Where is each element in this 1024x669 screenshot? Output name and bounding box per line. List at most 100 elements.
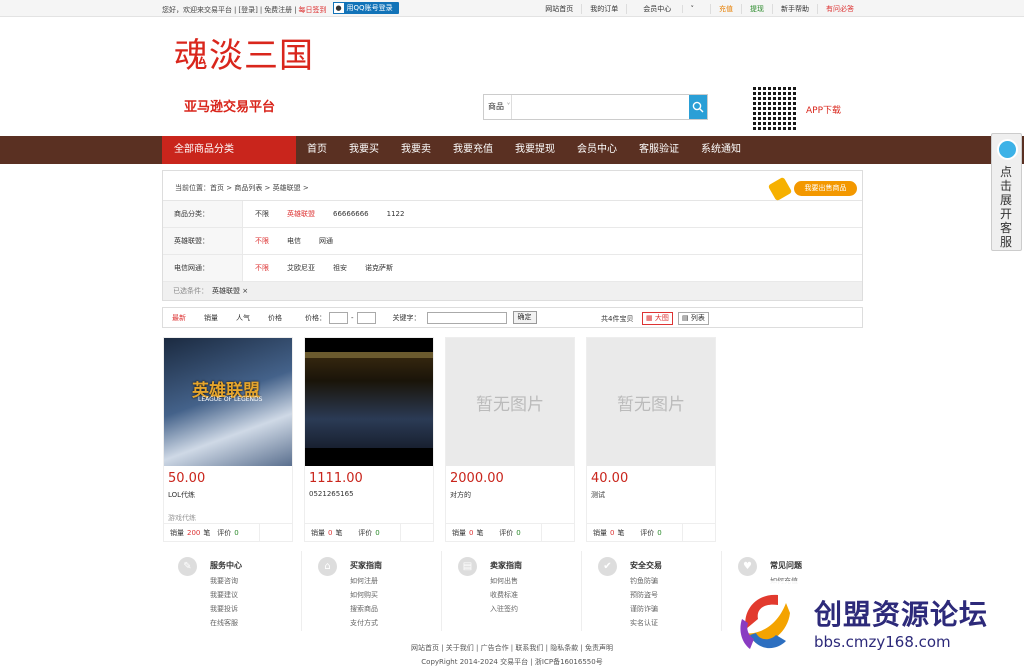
footer-link[interactable]: 如何注册 [350, 574, 378, 588]
product-image-placeholder[interactable]: 暂无图片 [446, 338, 574, 466]
product-image[interactable]: 英雄联盟 LEAGUE OF LEGENDS [164, 338, 292, 466]
price-min-input[interactable] [329, 311, 348, 324]
footer-link[interactable]: 实名认证 [630, 616, 658, 630]
selected-tag[interactable]: 英雄联盟 × [212, 287, 248, 295]
product-image-placeholder[interactable]: 暂无图片 [587, 338, 715, 466]
floating-service-panel[interactable]: 点击展开客服 [991, 133, 1022, 251]
filter-option[interactable]: 66666666 [333, 210, 369, 218]
footer-link[interactable]: 我要建议 [210, 588, 238, 602]
search-button[interactable] [689, 95, 707, 119]
nav-item-recharge[interactable]: 我要充值 [442, 136, 504, 164]
filter-key: 电信网通： [163, 255, 243, 281]
footer-link[interactable]: 谨防诈骗 [630, 602, 658, 616]
watermark-title: 创盟资源论坛 [814, 598, 989, 631]
filter-option[interactable]: 1122 [387, 210, 405, 218]
register-link[interactable]: 免费注册 [264, 5, 292, 15]
member-center-link[interactable]: 会员中心 ˅ [626, 4, 710, 14]
view-list-button[interactable]: ▤ 列表 [678, 312, 709, 325]
app-download-link[interactable]: APP下载 [806, 103, 841, 116]
product-card[interactable]: 1111.00 0521265165 销量 0 笔 评价 0 [304, 337, 434, 542]
footer-link[interactable]: 我要咨询 [210, 574, 238, 588]
my-orders-link[interactable]: 我的订单 [581, 4, 626, 14]
breadcrumb: 当前位置：首页 > 商品列表 > 英雄联盟 > [163, 171, 862, 201]
product-card[interactable]: 暂无图片 2000.00 对方的 销量 0 笔 评价 0 [445, 337, 575, 542]
filter-option[interactable]: 祖安 [333, 263, 347, 273]
nav-item-member[interactable]: 会员中心 [566, 136, 628, 164]
top-left: 您好，欢迎来交易平台 | [登录] | 免费注册 | 每日签到 ● 用QQ账号登… [162, 2, 401, 16]
footer-link[interactable]: 我要投诉 [210, 602, 238, 616]
nav-item-buy[interactable]: 我要买 [338, 136, 390, 164]
filter-option-active[interactable]: 不限 [255, 236, 269, 246]
filter-panel: 当前位置：首页 > 商品列表 > 英雄联盟 > 我要出售商品 商品分类： 不限 … [162, 170, 863, 301]
product-card[interactable]: 暂无图片 40.00 测试 销量 0 笔 评价 0 [586, 337, 716, 542]
watermark: 创盟资源论坛 bbs.cmzy168.com [730, 581, 1018, 665]
filter-option[interactable]: 不限 [255, 209, 269, 219]
qq-login-button[interactable]: ● 用QQ账号登录 [332, 2, 399, 14]
filter-option[interactable]: 诺克萨斯 [365, 263, 393, 273]
footer-link[interactable]: 如何购买 [350, 588, 378, 602]
filter-option-active[interactable]: 不限 [255, 263, 269, 273]
footer-link[interactable]: 在线客服 [210, 616, 238, 630]
sort-price[interactable]: 价格 [259, 313, 291, 323]
home-link[interactable]: 网站首页 [537, 4, 581, 14]
site-subtitle: 亚马逊交易平台 [184, 100, 276, 115]
sort-newest[interactable]: 最新 [163, 313, 195, 323]
filter-key: 英雄联盟： [163, 228, 243, 254]
footer-link[interactable]: 如何出售 [490, 574, 518, 588]
keyword-input[interactable] [426, 311, 507, 324]
nav-item-home[interactable]: 首页 [296, 136, 338, 164]
product-tag: 游戏代练 [168, 514, 196, 522]
nav-item-verify[interactable]: 客服验证 [628, 136, 690, 164]
filter-option[interactable]: 网通 [319, 236, 333, 246]
search-scope-select[interactable]: 商品 ˅ [484, 95, 513, 119]
top-bar: 您好，欢迎来交易平台 | [登录] | 免费注册 | 每日签到 ● 用QQ账号登… [0, 0, 1024, 17]
nav-items: 首页 我要买 我要卖 我要充值 我要提现 会员中心 客服验证 系统通知 [296, 136, 752, 164]
sort-sales[interactable]: 销量 [195, 313, 227, 323]
footer-col-buyer: ⌂ 买家指南 如何注册 如何购买 搜索商品 支付方式 [302, 551, 442, 631]
sell-item-button[interactable]: 我要出售商品 [767, 176, 857, 202]
chevron-down-icon: ˅ [506, 102, 511, 111]
qa-link[interactable]: 有问必答 [817, 4, 862, 14]
filter-option[interactable]: 电信 [287, 236, 301, 246]
search-icon [692, 101, 704, 113]
search-input[interactable] [512, 95, 690, 119]
site-logo[interactable]: 魂淡三国 [174, 28, 314, 77]
filter-option[interactable]: 艾欧尼亚 [287, 263, 315, 273]
all-categories-button[interactable]: 全部商品分类 [162, 136, 296, 164]
sort-popularity[interactable]: 人气 [227, 313, 259, 323]
wrench-icon: ✔ [598, 557, 617, 576]
product-name[interactable]: LOL代练 [168, 490, 195, 500]
product-card[interactable]: 英雄联盟 LEAGUE OF LEGENDS 50.00 LOL代练 游戏代练 … [163, 337, 293, 542]
footer-link[interactable]: 入驻签约 [490, 602, 518, 616]
footer-col-seller: ▤ 卖家指南 如何出售 收费标准 入驻签约 [442, 551, 582, 631]
footer-link[interactable]: 钓鱼防骗 [630, 574, 658, 588]
product-stats: 销量 0 笔 评价 0 [305, 523, 433, 542]
footer-col-security: ✔ 安全交易 钓鱼防骗 预防盗号 谨防诈骗 实名认证 [582, 551, 722, 631]
product-name[interactable]: 测试 [591, 490, 605, 500]
confirm-button[interactable]: 确定 [512, 311, 537, 324]
product-price: 40.00 [591, 471, 629, 486]
footer-link[interactable]: 预防盗号 [630, 588, 658, 602]
nav-item-notice[interactable]: 系统通知 [690, 136, 752, 164]
footer-link[interactable]: 搜索商品 [350, 602, 378, 616]
nav-item-withdraw[interactable]: 我要提现 [504, 136, 566, 164]
service-label: 点击展开客服 [1000, 165, 1013, 249]
withdraw-link[interactable]: 提现 [741, 4, 772, 14]
nav-item-sell[interactable]: 我要卖 [390, 136, 442, 164]
daily-checkin-link[interactable]: 每日签到 [299, 5, 327, 15]
product-price: 50.00 [168, 471, 206, 486]
pencil-icon: ✎ [178, 557, 197, 576]
product-name[interactable]: 0521265165 [309, 490, 354, 498]
recharge-link[interactable]: 充值 [710, 4, 741, 14]
product-name[interactable]: 对方的 [450, 490, 471, 500]
footer-col-service: ✎ 服务中心 我要咨询 我要建议 我要投诉 在线客服 [162, 551, 302, 631]
footer-link[interactable]: 支付方式 [350, 616, 378, 630]
login-link[interactable]: [登录] [238, 5, 257, 15]
view-grid-button[interactable]: ▦ 大图 [642, 312, 673, 325]
product-image[interactable] [305, 338, 433, 466]
filter-option-active[interactable]: 英雄联盟 [287, 209, 315, 219]
price-max-input[interactable] [356, 311, 376, 324]
newbie-help-link[interactable]: 新手帮助 [772, 4, 817, 14]
footer-link[interactable]: 收费标准 [490, 588, 518, 602]
chevron-down-icon: ˅ [681, 5, 702, 13]
